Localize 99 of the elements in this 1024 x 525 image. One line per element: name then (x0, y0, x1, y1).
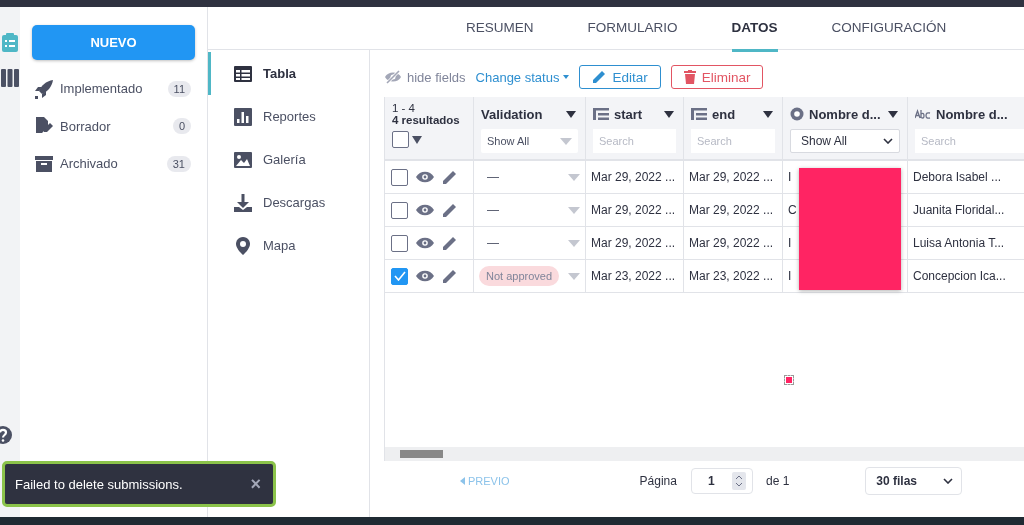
tab[interactable]: DATOS (731, 7, 778, 52)
table-cell: I (788, 269, 792, 283)
row-checkbox[interactable] (391, 201, 408, 219)
eye-icon[interactable] (416, 204, 434, 216)
status-value[interactable]: — (479, 203, 568, 217)
archive-box-icon (34, 153, 54, 174)
caret-icon[interactable] (412, 135, 422, 144)
count-badge: 0 (172, 118, 191, 135)
row-checkbox[interactable] (391, 234, 408, 252)
scrollbar-thumb[interactable] (400, 450, 443, 458)
caret-icon (563, 75, 570, 79)
trash-icon (683, 70, 696, 84)
change-status-dropdown[interactable]: Change status (475, 69, 570, 85)
tab[interactable]: FORMULARIO (587, 7, 678, 52)
results-count: 4 resultados (392, 114, 461, 126)
calendar-lines-icon (593, 107, 609, 121)
clipboard-icon[interactable] (0, 32, 20, 52)
toast-message: Failed to delete submissions. (15, 476, 183, 492)
caret-icon (560, 137, 572, 145)
tab[interactable]: CONFIGURACIÓN (831, 7, 947, 52)
table-cell: Concepcion Ica... (913, 269, 1006, 283)
pencil-icon[interactable] (442, 202, 458, 218)
pencil-icon[interactable] (442, 169, 458, 185)
pencil-icon[interactable] (442, 268, 458, 284)
small-marker (786, 377, 792, 383)
close-button[interactable]: × (250, 473, 261, 495)
tab[interactable]: RESUMEN (466, 7, 534, 52)
column-header[interactable]: Nombre d... (936, 106, 1024, 122)
abc-icon (915, 109, 931, 119)
eye-icon[interactable] (416, 270, 434, 282)
row-checkbox[interactable] (391, 267, 408, 285)
books-icon[interactable] (0, 67, 20, 87)
caret-icon[interactable] (664, 110, 674, 118)
view-item[interactable]: Galería (208, 138, 369, 181)
table-cell: Mar 29, 2022 ... (591, 170, 676, 184)
page-field[interactable]: 1 (690, 468, 753, 494)
search-field[interactable]: Search (593, 129, 676, 153)
table-cell: Mar 23, 2022 ... (689, 269, 774, 283)
bar-chart-icon (233, 106, 253, 127)
chevron-icon (943, 478, 954, 484)
table-cell: Mar 29, 2022 ... (591, 203, 676, 217)
download-icon (233, 192, 253, 213)
column-header[interactable]: end (712, 106, 758, 122)
caret-left-icon (460, 477, 465, 485)
table-cell: I (788, 170, 792, 184)
caret-icon[interactable] (763, 110, 773, 118)
rocket-icon (34, 78, 54, 99)
search-field[interactable]: Search (915, 129, 1024, 153)
column-header[interactable]: Validation (481, 106, 561, 122)
column-header[interactable]: start (614, 106, 659, 122)
view-item[interactable]: Descargas (208, 181, 369, 224)
sidebar-item[interactable]: Implementado (60, 81, 162, 97)
page-label: Página (639, 474, 677, 488)
hide-fields-button[interactable]: hide fields (384, 69, 466, 85)
chevron-icon (883, 138, 893, 144)
delete-button[interactable]: Eliminar (670, 65, 764, 89)
eye-icon[interactable] (416, 237, 434, 249)
spinner-icon (731, 472, 746, 490)
page-count: de 1 (765, 474, 790, 488)
table-cell: Debora Isabel ... (913, 170, 1002, 184)
table-icon (233, 63, 253, 84)
column-header[interactable]: Nombre d... (809, 106, 883, 122)
eye-slash-icon (384, 70, 402, 84)
status-value[interactable]: — (479, 236, 568, 250)
table-cell: Juanita Floridal... (913, 203, 1005, 217)
pencil-icon (592, 70, 607, 84)
view-item[interactable]: Reportes (208, 95, 369, 138)
table-cell: C (788, 203, 797, 217)
table-cell: Mar 29, 2022 ... (689, 203, 774, 217)
rows-per-page-select[interactable]: 30 filas (865, 467, 963, 495)
calendar-lines-icon (691, 107, 707, 121)
map-pin-icon (233, 235, 253, 256)
eye-icon[interactable] (416, 171, 434, 183)
checkmark-icon (393, 271, 406, 281)
count-badge: 31 (166, 155, 191, 172)
table-cell: Mar 29, 2022 ... (689, 236, 774, 250)
radio-icon (790, 107, 804, 121)
sidebar-item[interactable]: Archivado (60, 156, 161, 172)
table-cell: Mar 23, 2022 ... (591, 269, 676, 283)
status-value[interactable]: — (479, 170, 568, 184)
caret-icon[interactable] (566, 110, 576, 118)
search-field[interactable]: Search (691, 129, 775, 153)
caret-icon[interactable] (888, 110, 898, 118)
table-cell: Mar 29, 2022 ... (689, 170, 774, 184)
sidebar-item[interactable]: Borrador (60, 118, 167, 134)
image-icon (233, 149, 253, 170)
edit-button[interactable]: Editar (579, 65, 661, 89)
view-item[interactable]: Tabla (208, 52, 369, 95)
filter-select[interactable]: Show All (790, 129, 900, 153)
results-range: 1 - 4 (392, 102, 416, 114)
table-cell: Mar 29, 2022 ... (591, 236, 676, 250)
pencil-icon[interactable] (442, 235, 458, 251)
row-checkbox[interactable] (391, 168, 408, 186)
view-item[interactable]: Mapa (208, 224, 369, 267)
filter-select[interactable]: Show All (481, 129, 578, 153)
table-cell: Luisa Antonia T... (913, 236, 1005, 250)
count-badge: 11 (167, 80, 191, 97)
select-all-checkbox[interactable] (392, 131, 409, 148)
table-cell: I (788, 236, 792, 250)
